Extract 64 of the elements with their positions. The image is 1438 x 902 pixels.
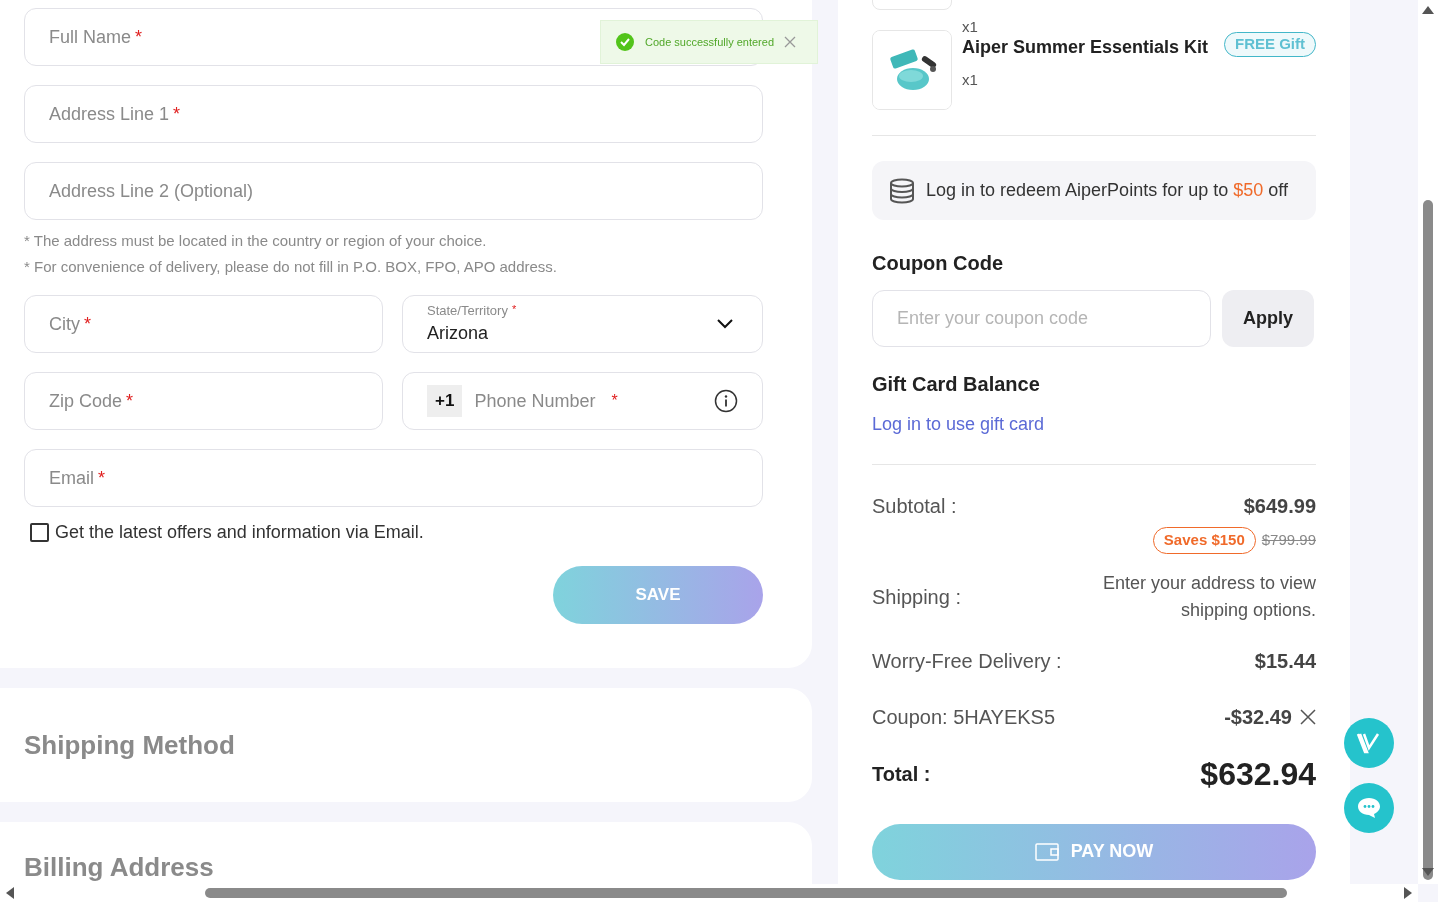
input-field[interactable]: City * [24, 295, 383, 353]
section-heading: Billing Address [24, 852, 215, 882]
address-note: * The address must be located in the country or region of your choice. [24, 231, 488, 251]
total-value: $632.94 [1200, 754, 1316, 794]
field-placeholder: Zip Code [49, 389, 123, 413]
shipping-note: Enter your address to view shipping options. [1101, 571, 1316, 622]
phone-field[interactable]: +1 Phone Number * [402, 372, 763, 430]
scroll-left-icon[interactable] [6, 887, 14, 899]
check-circle-icon [615, 32, 635, 52]
required-mark: * [611, 391, 618, 411]
section-heading: Shipping Method [24, 728, 235, 762]
scroll-down-icon[interactable] [1422, 868, 1434, 876]
checkbox[interactable] [30, 523, 49, 542]
input-field[interactable]: Address Line 1 * [24, 85, 763, 143]
summary-value: $649.99 [1243, 494, 1316, 519]
required-mark: * [126, 389, 134, 413]
input-field[interactable]: Address Line 2 (Optional) [24, 162, 763, 220]
input-field[interactable]: Email * [24, 449, 763, 507]
v-logo-icon [1356, 732, 1382, 754]
info-icon[interactable] [714, 389, 738, 413]
product-quantity: x1 [962, 17, 978, 36]
select-value: Arizona [427, 322, 490, 346]
summary-value: $15.44 [1254, 648, 1316, 674]
field-placeholder: Email [49, 466, 94, 490]
close-icon[interactable] [1300, 708, 1316, 725]
field-placeholder: Phone Number [474, 389, 596, 413]
summary-label: Coupon: 5HAYEKS5 [872, 704, 1056, 730]
summary-label: Worry-Free Delivery : [872, 648, 1062, 674]
required-mark: * [173, 102, 181, 126]
input-field[interactable]: Zip Code * [24, 372, 383, 430]
summary-label: Shipping : [872, 584, 961, 610]
summary-value: -$32.49 [1224, 704, 1292, 730]
chat-icon [1356, 796, 1382, 820]
free-gift-badge: FREE Gift [1224, 32, 1316, 57]
field-placeholder: Full Name [49, 25, 132, 49]
apply-button[interactable]: Apply [1222, 290, 1314, 347]
coupon-heading: Coupon Code [872, 251, 1005, 276]
points-text: Log in to redeem AiperPoints for up to $50 off [926, 179, 1288, 202]
required-mark: * [98, 466, 106, 490]
coins-icon [888, 177, 916, 204]
field-placeholder: Address Line 2 (Optional) [49, 179, 254, 203]
gift-card-heading: Gift Card Balance [872, 372, 1041, 397]
field-placeholder: Address Line 1 [49, 102, 170, 126]
scroll-up-icon[interactable] [1422, 6, 1434, 14]
scroll-right-icon[interactable] [1404, 887, 1412, 899]
original-price: $799.99 [1261, 530, 1316, 550]
required-mark: * [84, 312, 91, 336]
vertical-scrollbar[interactable] [1418, 0, 1438, 884]
gift-card-link[interactable]: Log in to use gift card [872, 411, 1316, 438]
field-placeholder: City [49, 312, 80, 336]
chevron-down-icon [716, 318, 734, 330]
summary-label: Subtotal : [872, 494, 957, 519]
required-mark: * [135, 25, 143, 49]
checkbox-label: Get the latest offers and information via Email. [55, 521, 424, 544]
total-label: Total : [872, 761, 931, 787]
product-name: Aiper Summer Essentials Kit [962, 36, 1209, 59]
required-mark: * [511, 301, 517, 317]
address-note: * For convenience of delivery, please do not fill in P.O. BOX, FPO, APO address. [24, 256, 559, 277]
product-quantity: x1 [962, 70, 979, 90]
country-code[interactable]: +1 [427, 385, 463, 417]
field-label: State/Territory [427, 301, 508, 320]
points-banner[interactable]: Log in to redeem AiperPoints for up to $50 off [872, 161, 1316, 220]
card-icon [1034, 842, 1059, 861]
state-select[interactable]: State/Territory * Arizona [402, 295, 763, 353]
